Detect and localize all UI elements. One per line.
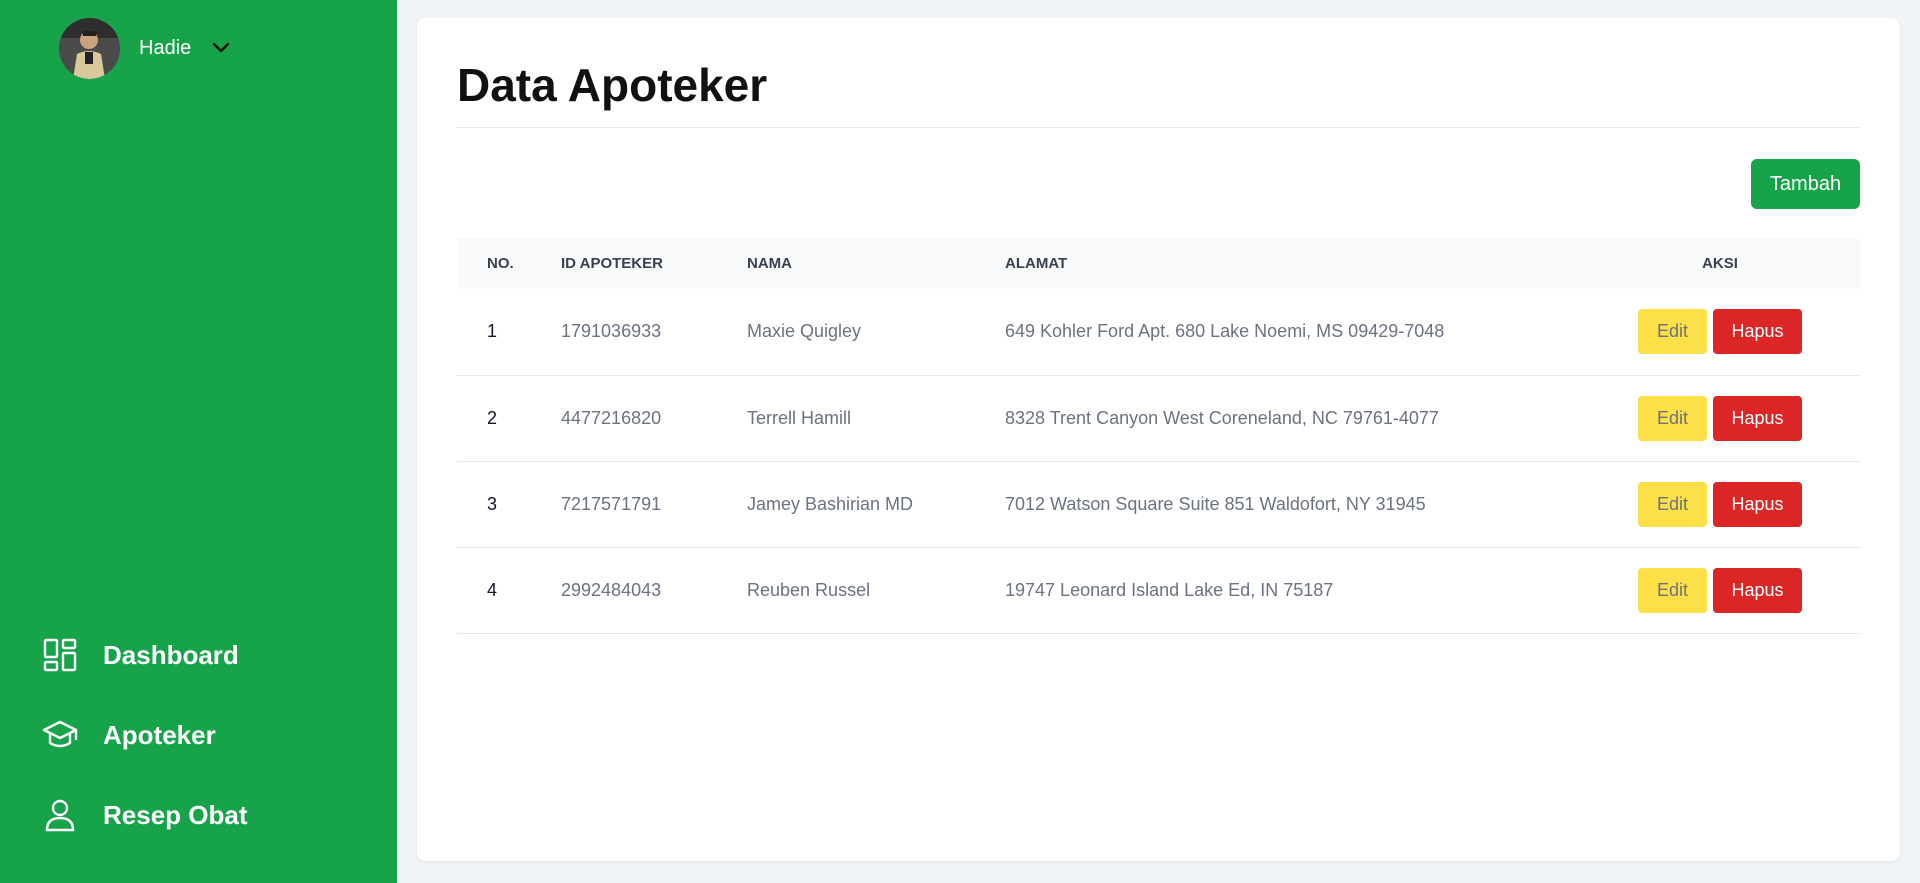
cell-aksi: Edit Hapus [1580,375,1860,462]
cell-alamat: 7012 Watson Square Suite 851 Waldofort, … [1005,461,1580,548]
apoteker-table: NO. ID APOTEKER NAMA ALAMAT AKSI 1 17910… [457,238,1860,634]
edit-button[interactable]: Edit [1638,567,1707,613]
header-no: NO. [457,238,561,289]
cell-aksi: Edit Hapus [1580,289,1860,376]
sidebar-nav: Dashboard Apoteker Resep Obat [42,637,248,877]
cell-aksi: Edit Hapus [1580,461,1860,548]
user-menu[interactable]: Hadie [59,17,232,79]
sidebar-item-resep-obat[interactable]: Resep Obat [42,797,248,833]
chevron-down-icon[interactable] [210,37,232,59]
cell-no: 4 [457,547,561,634]
user-icon [42,797,78,833]
graduation-cap-icon [42,717,78,753]
cell-id: 7217571791 [561,461,747,548]
cell-alamat: 8328 Trent Canyon West Coreneland, NC 79… [1005,375,1580,462]
sidebar-item-apoteker[interactable]: Apoteker [42,717,248,753]
row-actions: Edit Hapus [1580,395,1860,441]
header-id: ID APOTEKER [561,238,747,289]
table-header-row: NO. ID APOTEKER NAMA ALAMAT AKSI [457,238,1860,289]
header-alamat: ALAMAT [1005,238,1580,289]
sidebar-item-label: Resep Obat [103,799,248,830]
cell-id: 1791036933 [561,289,747,376]
cell-alamat: 19747 Leonard Island Lake Ed, IN 75187 [1005,547,1580,634]
cell-id: 2992484043 [561,547,747,634]
sidebar-item-dashboard[interactable]: Dashboard [42,637,248,673]
dashboard-icon [42,637,78,673]
header-aksi: AKSI [1580,238,1860,289]
delete-button[interactable]: Hapus [1713,567,1802,613]
edit-button[interactable]: Edit [1638,309,1707,355]
cell-nama: Maxie Quigley [747,289,1005,376]
cell-aksi: Edit Hapus [1580,547,1860,634]
sidebar-item-label: Dashboard [103,639,239,670]
title-divider [457,127,1860,128]
table-row: 2 4477216820 Terrell Hamill 8328 Trent C… [457,375,1860,462]
cell-no: 3 [457,461,561,548]
avatar [59,17,120,79]
table-row: 4 2992484043 Reuben Russel 19747 Leonard… [457,547,1860,634]
main-panel: Data Apoteker Tambah NO. ID APOTEKER NAM… [417,18,1900,861]
cell-nama: Reuben Russel [747,547,1005,634]
sidebar-item-label: Apoteker [103,719,216,750]
cell-nama: Terrell Hamill [747,375,1005,462]
delete-button[interactable]: Hapus [1713,395,1802,441]
edit-button[interactable]: Edit [1638,481,1707,527]
table-row: 1 1791036933 Maxie Quigley 649 Kohler Fo… [457,289,1860,376]
edit-button[interactable]: Edit [1638,395,1707,441]
add-button[interactable]: Tambah [1751,159,1860,209]
delete-button[interactable]: Hapus [1713,309,1802,355]
user-name: Hadie [139,36,192,59]
header-nama: NAMA [747,238,1005,289]
cell-nama: Jamey Bashirian MD [747,461,1005,548]
row-actions: Edit Hapus [1580,481,1860,527]
cell-id: 4477216820 [561,375,747,462]
row-actions: Edit Hapus [1580,309,1860,355]
cell-no: 2 [457,375,561,462]
sidebar: Hadie Dashboard Apoteker Resep Obat [0,0,397,883]
cell-alamat: 649 Kohler Ford Apt. 680 Lake Noemi, MS … [1005,289,1580,376]
delete-button[interactable]: Hapus [1713,481,1802,527]
row-actions: Edit Hapus [1580,567,1860,613]
page-title: Data Apoteker [457,59,768,111]
table-row: 3 7217571791 Jamey Bashirian MD 7012 Wat… [457,461,1860,548]
cell-no: 1 [457,289,561,376]
